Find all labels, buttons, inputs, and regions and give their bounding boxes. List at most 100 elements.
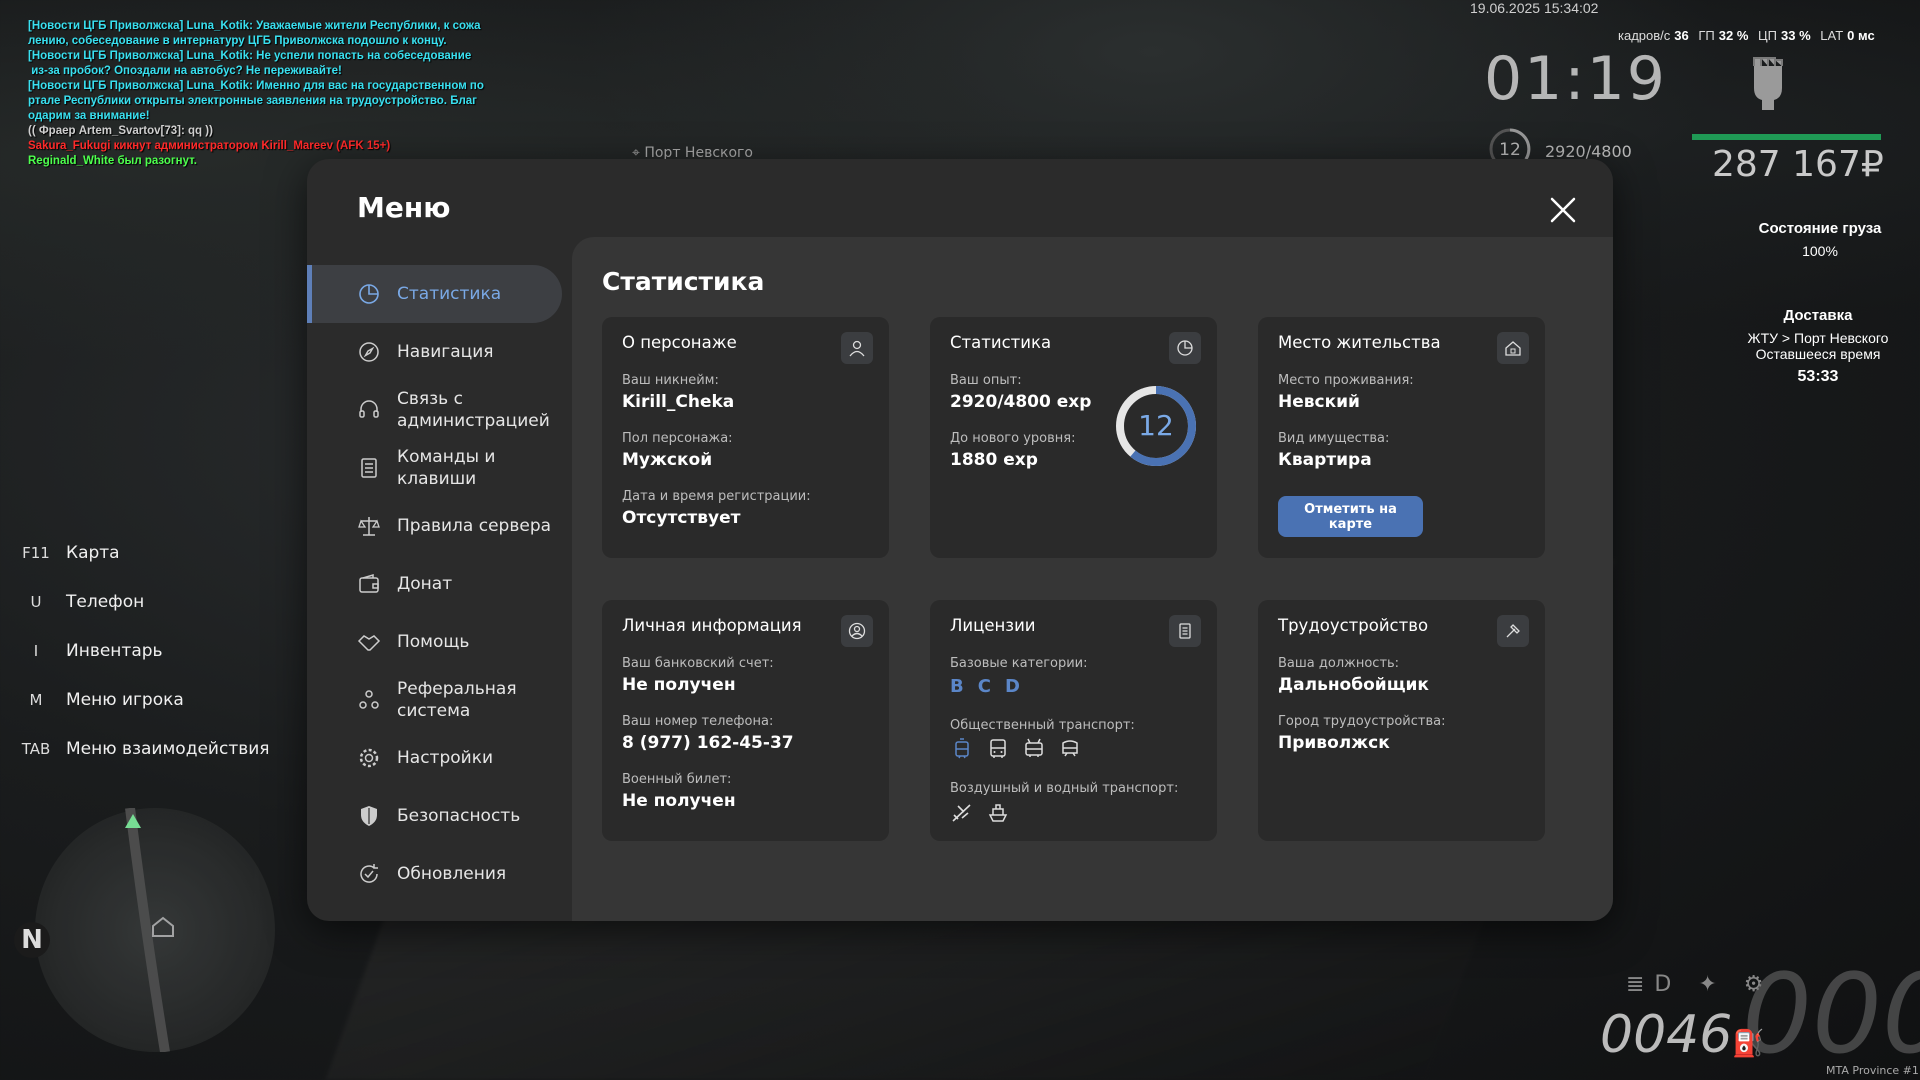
delivery-remaining-label: Оставшееся время [1755, 346, 1881, 362]
hotkey-key: I [33, 641, 39, 660]
nav-item-referral[interactable]: Реферальная система [307, 671, 572, 729]
hotkey-label: Меню взаимодействия [66, 738, 270, 759]
nav-label: Донат [397, 574, 453, 594]
card-title: Статистика [950, 333, 1052, 352]
fist-icon [1753, 57, 1783, 110]
hud-datetime: 19.06.2025 15:34:02 [1470, 0, 1599, 16]
hud-level-value: 12 [1499, 140, 1521, 160]
gender-label: Пол персонажа: [622, 431, 733, 446]
hotkey-key: M [29, 690, 43, 709]
public-transport-label: Общественный транспорт: [950, 718, 1135, 733]
chat-line: [Новости ЦГБ Приволжска] Luna_Kotik: Не … [28, 50, 472, 62]
nav-item-donate[interactable]: Донат [307, 555, 572, 613]
nav-item-updates[interactable]: Обновления [307, 845, 572, 903]
lat-label: LAT [1820, 28, 1844, 43]
air-water-label: Воздушный и водный транспорт: [950, 781, 1179, 796]
hotkey-player-menu[interactable]: M Меню игрока [20, 675, 270, 724]
card-statistics: Статистика Ваш опыт: 2920/4800 exp До но… [930, 317, 1217, 558]
card-licenses: Лицензии Базовые категории: B C D Общест… [930, 600, 1217, 841]
chat-line: одарим за внимание! [28, 110, 150, 122]
military-label: Военный билет: [622, 772, 732, 787]
gear-icon [359, 748, 379, 768]
hud-clock: 01:19 [1484, 44, 1667, 114]
nav-label: Навигация [397, 342, 494, 362]
license-categories: B C D [950, 676, 1020, 697]
gender-value: Мужской [622, 450, 713, 470]
user-circle-icon [841, 615, 873, 647]
nav-item-security[interactable]: Безопасность [307, 787, 572, 845]
card-title: О персонаже [622, 333, 737, 352]
hotkey-interaction-menu[interactable]: TAB Меню взаимодействия [20, 724, 270, 773]
fuel-number: 46 [1666, 1005, 1733, 1065]
license-category: D [1004, 676, 1020, 697]
residence-label: Место проживания: [1278, 373, 1414, 388]
chat-line: из-за пробок? Опоздали на автобус? Не пе… [28, 65, 342, 77]
property-type-label: Вид имущества: [1278, 431, 1390, 446]
hotkey-inventory[interactable]: I Инвентарь [20, 626, 270, 675]
nav-label: Безопасность [397, 806, 521, 826]
fps-label: кадров/с [1618, 28, 1671, 43]
nav-item-commands[interactable]: Команды и клавиши [307, 439, 572, 497]
document-icon [1169, 615, 1201, 647]
fuel-value: 0046⛽ [1600, 1005, 1765, 1065]
house-icon [1497, 332, 1529, 364]
nav-label: Настройки [397, 748, 494, 768]
nav-item-rules[interactable]: Правила сервера [307, 497, 572, 555]
card-title: Личная информация [622, 616, 802, 635]
mark-on-map-button[interactable]: Отметить на карте [1278, 496, 1423, 537]
nav-item-admin-contact[interactable]: Связь с администрацией [307, 381, 572, 439]
gpu-value: 32 % [1718, 28, 1749, 43]
hotkey-map[interactable]: F11 Карта [20, 528, 270, 577]
delivery-title: Доставка [1783, 307, 1853, 324]
hotkey-key: TAB [21, 739, 51, 758]
chat-line: Sakura_Fukugi кикнут администратором Kir… [28, 140, 391, 152]
nav-label: Обновления [397, 864, 507, 884]
card-title: Лицензии [950, 616, 1036, 635]
nav-item-settings[interactable]: Настройки [307, 729, 572, 787]
license-category: B [950, 676, 964, 697]
shield-icon [361, 806, 377, 826]
chat-log: [Новости ЦГБ Приволжска] Luna_Kotik: Ува… [28, 19, 508, 169]
nav-label: Реферальная система [397, 679, 517, 721]
server-name: MTA Province #1 [1826, 1064, 1919, 1077]
people-icon [359, 690, 379, 709]
hotkey-phone[interactable]: U Телефон [20, 577, 270, 626]
minimap-roads [125, 807, 174, 1053]
compass-north-icon: N [14, 922, 50, 958]
phone-value: 8 (977) 162-45-37 [622, 733, 794, 753]
nav-label: Команды и клавиши [397, 447, 496, 489]
level-value: 12 [1138, 409, 1174, 442]
exp-value: 2920/4800 exp [950, 392, 1092, 412]
nav-label: Связь с администрацией [397, 389, 550, 431]
cpu-value: 33 % [1781, 28, 1811, 43]
employment-city-value: Приволжск [1278, 733, 1390, 753]
phone-label: Ваш номер телефона: [622, 714, 774, 729]
minimap [35, 807, 275, 1053]
nav-item-navigation[interactable]: Навигация [307, 323, 572, 381]
compass-icon [359, 342, 379, 362]
nav-item-help[interactable]: Помощь [307, 613, 572, 671]
hotkey-key: F11 [22, 543, 50, 562]
section-title: Статистика [602, 267, 765, 296]
scales-icon [358, 517, 380, 536]
next-level-label: До нового уровня: [950, 431, 1076, 446]
pie-chart-icon [1169, 332, 1201, 364]
player-menu-modal: Меню Статистика Навигация Связь с админи… [307, 159, 1613, 921]
nick-value: Kirill_Cheka [622, 392, 735, 412]
military-value: Не получен [622, 791, 736, 811]
train-icon [1062, 740, 1078, 757]
hotkey-label: Меню игрока [66, 689, 184, 710]
pie-chart-icon [359, 284, 379, 304]
nav-item-statistics[interactable]: Статистика [307, 265, 562, 323]
hotkey-label: Карта [66, 542, 120, 563]
nav-label: Помощь [397, 632, 470, 652]
card-title: Место жительства [1278, 333, 1441, 352]
hud-money: 287 167₽ [1712, 144, 1884, 185]
hud-performance: кадров/с 36 ГП 32 % ЦП 33 % LAT 0 мс [1618, 28, 1881, 43]
list-icon [361, 458, 377, 478]
menu-title: Меню [357, 191, 451, 224]
level-progress-ring: 12 [1116, 386, 1196, 466]
nav-label: Правила сервера [397, 516, 552, 536]
hotkey-label: Телефон [66, 591, 145, 612]
close-icon[interactable] [1547, 194, 1579, 226]
